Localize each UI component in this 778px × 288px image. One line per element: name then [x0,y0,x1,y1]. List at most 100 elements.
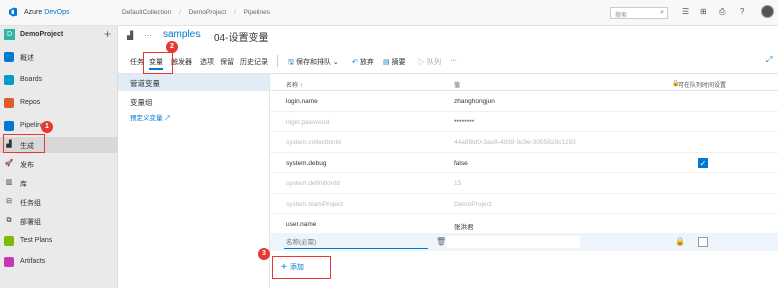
pipeline-variables-item[interactable]: 管道变量 [118,74,269,91]
tab-options[interactable]: 选项 [200,57,214,67]
variable-name[interactable]: system.debug [286,160,326,167]
shopping-bag-icon[interactable]: ⎙ [719,7,725,17]
variable-value: DemoProject [454,200,492,208]
table-row[interactable]: system.teamProject DemoProject [270,194,778,214]
variable-name-input[interactable] [284,236,428,249]
variable-value[interactable]: 张洪君 [454,221,474,231]
variable-value[interactable]: zhanghongjun [454,98,495,105]
search-icon: ⌕ [660,9,664,16]
sidebar-item-release[interactable]: 🚀 发布 [0,156,118,172]
variable-value[interactable]: ******** [454,119,474,126]
discard-button[interactable]: ↶ 放弃 [352,57,374,67]
sidebar-item-repos[interactable]: Repos [0,95,118,111]
sidebar-item-library[interactable]: ▥ 库 [0,175,118,191]
annotation-box-add [272,256,331,279]
variable-groups-item[interactable]: 变量组 [118,93,269,110]
sidebar-item-task-groups[interactable]: ⊟ 任务组 [0,194,118,210]
project-header[interactable]: D DemoProject + [0,26,118,44]
summary-icon: ▤ [383,59,390,66]
variable-name[interactable]: login.password [286,119,329,126]
variable-name[interactable]: login.name [286,98,318,105]
pipeline-folder-link[interactable]: samples [163,29,200,40]
toolbar-divider [277,55,278,67]
lock-icon[interactable]: 🔒 [675,237,685,246]
variable-value-input[interactable] [446,236,580,248]
breadcrumb-project[interactable]: DemoProject [189,9,227,16]
breadcrumb: DefaultCollection / DemoProject / Pipeli… [122,9,276,16]
table-row[interactable]: login.name zhanghongjun [270,91,778,112]
project-badge: D [4,29,15,40]
main-content: ▟ ··· samples › 04-设置变量 任务 变量 触发器 选项 保留 … [118,26,778,288]
variable-name: system.teamProject [286,200,344,208]
queue-label: 队列 [426,59,441,66]
search-input[interactable]: 搜索 ⌕ [610,7,668,19]
table-row[interactable]: system.debug false ✓ [270,153,778,173]
sidebar-item-label: Repos [20,99,41,106]
page-title[interactable]: 04-设置变量 [214,29,268,44]
library-icon: ▥ [5,179,13,186]
marketplace-icon[interactable]: ⊞ [700,7,707,16]
artifacts-icon [4,257,14,267]
sidebar-item-overview[interactable]: 概述 [0,49,118,65]
variable-value[interactable]: false [454,160,468,167]
sidebar-item-boards[interactable]: Boards [0,72,118,88]
sidebar-item-label: 概述 [20,55,34,62]
boards-icon [4,75,14,85]
brand-title[interactable]: Azure DevOps [24,9,70,16]
predefined-variables-link[interactable]: 预定义变量 ↗ [130,112,171,122]
more-options-icon[interactable]: ··· [450,57,457,64]
settable-checkbox[interactable]: ✓ [698,157,708,168]
delete-icon[interactable]: 🗑 [436,237,446,246]
new-variable-row[interactable]: 🗑 🔒 [270,233,778,251]
variable-value: 44a8f8d0-3ae8-4939-9c9e-3055828c1253 [454,139,576,146]
list-icon[interactable]: ☰ [682,7,689,16]
sidebar-item-test-plans[interactable]: Test Plans [0,233,118,249]
sidebar: D DemoProject + 概述 Boards Repos Pipeline… [0,26,118,288]
test-plans-icon [4,236,14,246]
add-icon[interactable]: + [104,27,111,41]
annotation-box-build [3,134,45,153]
sidebar-item-label: Test Plans [20,237,53,244]
breadcrumb-collection[interactable]: DefaultCollection [122,9,171,16]
expand-icon[interactable]: ⤢ [766,55,772,65]
sidebar-item-artifacts[interactable]: Artifacts [0,254,118,270]
sidebar-item-pipelines[interactable]: Pipelines [0,118,118,134]
overview-icon [4,52,14,62]
checkmark-icon: ✓ [699,158,707,168]
annotation-badge-3: 3 [258,248,270,260]
tab-retention[interactable]: 保留 [220,57,234,67]
column-header-name[interactable]: 名称 ↑ [286,80,303,89]
summary-button[interactable]: ▤ 摘要 [383,57,406,67]
sidebar-item-label: 部署组 [20,219,41,226]
annotation-badge-1: 1 [41,121,53,133]
breadcrumb-pipelines[interactable]: Pipelines [244,9,270,16]
azure-devops-logo-icon[interactable] [8,7,18,17]
avatar[interactable] [761,5,774,18]
tab-triggers[interactable]: 触发器 [171,57,192,67]
deployment-group-icon: ⧉ [6,217,12,224]
chevron-down-icon: ⌄ [332,59,339,66]
search-placeholder: 搜索 [615,13,628,19]
repos-icon [4,98,14,108]
settable-checkbox[interactable] [698,237,708,247]
breadcrumb-separator: / [178,9,181,16]
queue-button[interactable]: ▷ 队列 [418,57,441,67]
table-row[interactable]: system.collectionId 44a8f8d0-3ae8-4939-9… [270,132,778,153]
sidebar-item-label: Artifacts [20,258,46,265]
save-icon: 🖫 [288,59,294,66]
discard-label: 放弃 [359,59,374,66]
variable-name[interactable]: user.name [286,221,316,228]
variables-nav: 管道变量 变量组 预定义变量 ↗ [118,74,270,288]
tab-tasks[interactable]: 任务 [130,57,144,67]
tab-history[interactable]: 历史记录 [240,57,268,67]
sidebar-item-deployment-groups[interactable]: ⧉ 部署组 [0,213,118,229]
table-row[interactable]: user.name 张洪君 [270,214,778,235]
undo-icon: ↶ [352,59,358,66]
save-and-queue-button[interactable]: 🖫 保存和排队 ⌄ [288,57,339,69]
help-icon[interactable]: ? [740,7,744,16]
variables-table-header: 名称 ↑ 值 🔒 可在队列时间设置 [270,74,778,91]
table-row[interactable]: system.definitionId 15 [270,173,778,194]
table-row[interactable]: login.password ******** [270,112,778,132]
variable-value: 15 [454,180,462,187]
more-actions-icon[interactable]: ··· [144,31,152,40]
